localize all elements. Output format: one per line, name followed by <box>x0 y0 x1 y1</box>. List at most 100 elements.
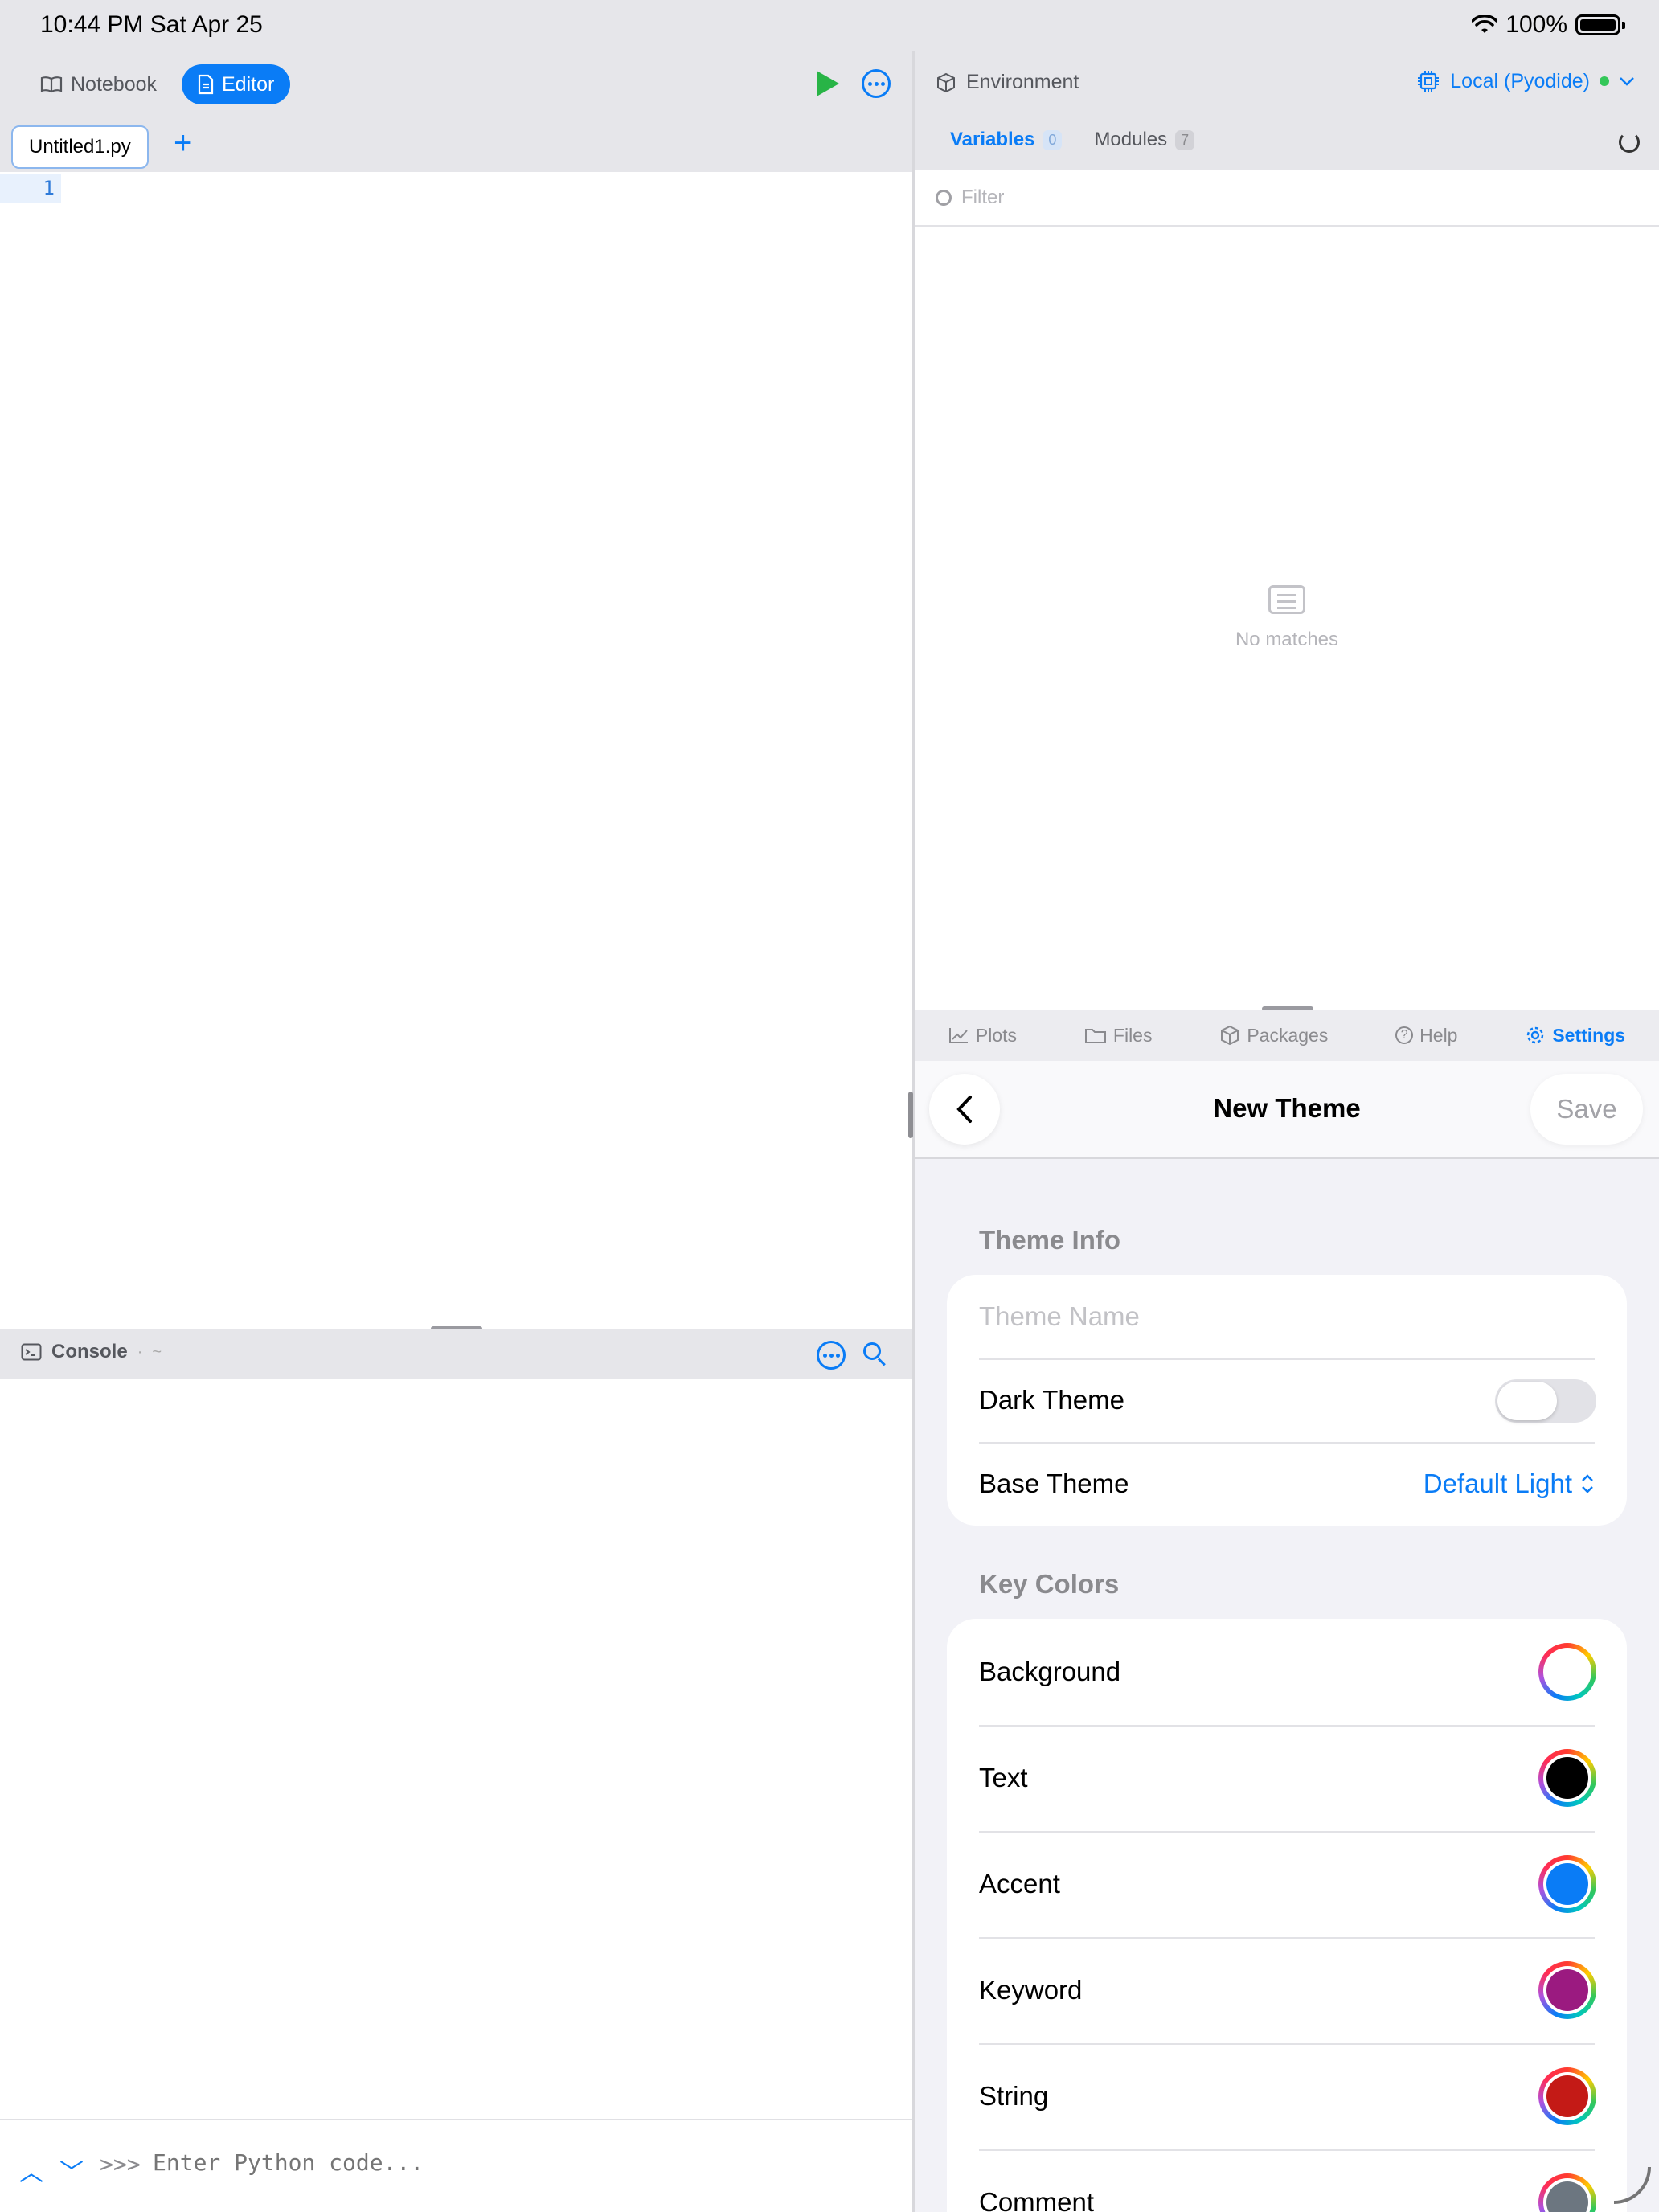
color-label: Text <box>979 1763 1028 1792</box>
battery-percent: 100% <box>1505 11 1567 38</box>
settings-panel: New Theme Save Theme Info Dark Theme Bas… <box>915 1061 1659 2212</box>
line-number: 1 <box>0 174 61 203</box>
console-path: ~ <box>152 1342 162 1361</box>
editor-pane: Notebook Editor Untitled1.py + 1 Console… <box>0 51 912 2212</box>
dark-theme-row: Dark Theme <box>947 1358 1627 1442</box>
tab-plots[interactable]: Plots <box>948 1025 1017 1047</box>
color-label: Background <box>979 1657 1121 1686</box>
history-down-icon[interactable]: ﹀ <box>59 2153 84 2188</box>
filter-search-icon <box>936 190 952 206</box>
wifi-icon <box>1472 15 1498 33</box>
color-picker-icon[interactable] <box>1538 1749 1596 1807</box>
dark-theme-label: Dark Theme <box>979 1385 1124 1415</box>
gear-icon <box>1527 1026 1544 1044</box>
tab-help-label: Help <box>1419 1024 1458 1046</box>
empty-state: No matches <box>915 585 1659 651</box>
tab-modules-label: Modules <box>1094 129 1168 150</box>
color-row-string[interactable]: String <box>947 2043 1627 2149</box>
color-label: String <box>979 2081 1049 2111</box>
tab-settings[interactable]: Settings <box>1525 1025 1625 1047</box>
battery-icon <box>1575 14 1625 35</box>
run-icon[interactable] <box>817 71 839 96</box>
theme-name-input[interactable] <box>979 1301 1542 1332</box>
tab-packages-label: Packages <box>1247 1024 1329 1046</box>
console-input[interactable] <box>153 2149 796 2176</box>
color-row-text[interactable]: Text <box>947 1725 1627 1831</box>
search-icon[interactable] <box>863 1342 886 1366</box>
color-label: Accent <box>979 1869 1060 1899</box>
theme-name-row <box>947 1275 1627 1358</box>
tab-help[interactable]: ? Help <box>1395 1025 1457 1047</box>
resize-corner-icon[interactable] <box>1614 2167 1651 2204</box>
folder-icon <box>1084 1029 1106 1043</box>
environment-pane: Environment Local (Pyodide) Variables 0 … <box>915 51 1659 2212</box>
chart-icon <box>948 1028 968 1043</box>
terminal-icon <box>21 1343 42 1361</box>
key-colors-header: Key Colors <box>979 1569 1120 1599</box>
runtime-label: Local (Pyodide) <box>1450 69 1590 92</box>
base-theme-value: Default Light <box>1423 1469 1572 1498</box>
tab-variables-label: Variables <box>950 129 1035 150</box>
notebook-label: Notebook <box>71 72 158 96</box>
dark-theme-toggle[interactable] <box>1495 1379 1596 1423</box>
tab-packages[interactable]: Packages <box>1219 1025 1328 1047</box>
color-label: Keyword <box>979 1975 1083 2005</box>
console-separator: · <box>137 1342 143 1361</box>
color-row-accent[interactable]: Accent <box>947 1831 1627 1937</box>
tools-tab-bar: Plots Files Packages ? Help Settings <box>915 1010 1659 1061</box>
filter-input[interactable] <box>961 186 1604 209</box>
color-picker-icon[interactable] <box>1538 2067 1596 2125</box>
chevron-down-icon <box>1620 77 1634 86</box>
tab-files[interactable]: Files <box>1084 1024 1153 1047</box>
more-options-icon[interactable] <box>862 69 891 98</box>
base-theme-picker[interactable]: Default Light <box>1423 1442 1595 1526</box>
theme-info-header: Theme Info <box>979 1225 1121 1255</box>
pane-resize-handle[interactable] <box>908 1092 913 1138</box>
console-input-row: ︿ ﹀ >>> <box>0 2119 912 2212</box>
base-theme-label: Base Theme <box>979 1469 1129 1498</box>
file-tab[interactable]: Untitled1.py <box>11 125 149 169</box>
help-icon: ? <box>1395 1026 1414 1044</box>
key-colors-card: Background Text Accent Keyword String Co… <box>947 1619 1627 2212</box>
notebook-mode-button[interactable]: Notebook <box>24 64 173 104</box>
cpu-icon <box>1418 71 1440 92</box>
history-up-icon[interactable]: ︿ <box>19 2153 43 2188</box>
color-picker-icon[interactable] <box>1538 1961 1596 2019</box>
save-button[interactable]: Save <box>1530 1074 1643 1145</box>
console-title: Console · ~ <box>21 1341 162 1363</box>
console-label: Console <box>51 1341 128 1362</box>
list-icon <box>1268 585 1305 614</box>
environment-label: Environment <box>966 71 1079 93</box>
runtime-selector[interactable]: Local (Pyodide) <box>1416 69 1635 93</box>
editor-label: Editor <box>222 72 275 96</box>
tab-variables[interactable]: Variables 0 <box>950 129 1063 151</box>
tab-modules[interactable]: Modules 7 <box>1094 129 1195 151</box>
editor-mode-button[interactable]: Editor <box>182 64 291 104</box>
color-picker-icon[interactable] <box>1538 2173 1596 2212</box>
cube-icon <box>937 72 955 92</box>
environment-header: Environment Local (Pyodide) Variables 0 … <box>915 51 1659 170</box>
color-picker-icon[interactable] <box>1538 1643 1596 1701</box>
status-bar: 10:44 PM Sat Apr 25 100% <box>0 0 1659 51</box>
console-more-icon[interactable] <box>817 1341 846 1370</box>
color-picker-icon[interactable] <box>1538 1855 1596 1913</box>
base-theme-row: Base Theme Default Light <box>947 1442 1627 1526</box>
status-time: 10:44 PM Sat Apr 25 <box>40 11 263 38</box>
color-row-comment[interactable]: Comment <box>947 2149 1627 2212</box>
book-icon <box>40 76 63 93</box>
add-tab-icon[interactable]: + <box>174 127 192 159</box>
console-prompt: >>> <box>100 2151 141 2177</box>
runtime-status-dot <box>1600 76 1609 86</box>
settings-nav-bar: New Theme Save <box>915 1061 1659 1159</box>
package-icon <box>1221 1025 1239 1046</box>
color-row-keyword[interactable]: Keyword <box>947 1937 1627 2043</box>
tab-plots-label: Plots <box>975 1024 1018 1046</box>
color-row-background[interactable]: Background <box>947 1619 1627 1725</box>
theme-info-card: Dark Theme Base Theme Default Light <box>947 1275 1627 1526</box>
tab-files-label: Files <box>1112 1024 1153 1046</box>
status-indicators: 100% <box>1472 11 1625 39</box>
environment-title: Environment <box>936 71 1079 94</box>
console-header: Console · ~ <box>0 1329 912 1379</box>
refresh-icon[interactable] <box>1619 132 1640 153</box>
tab-settings-label: Settings <box>1552 1024 1626 1046</box>
